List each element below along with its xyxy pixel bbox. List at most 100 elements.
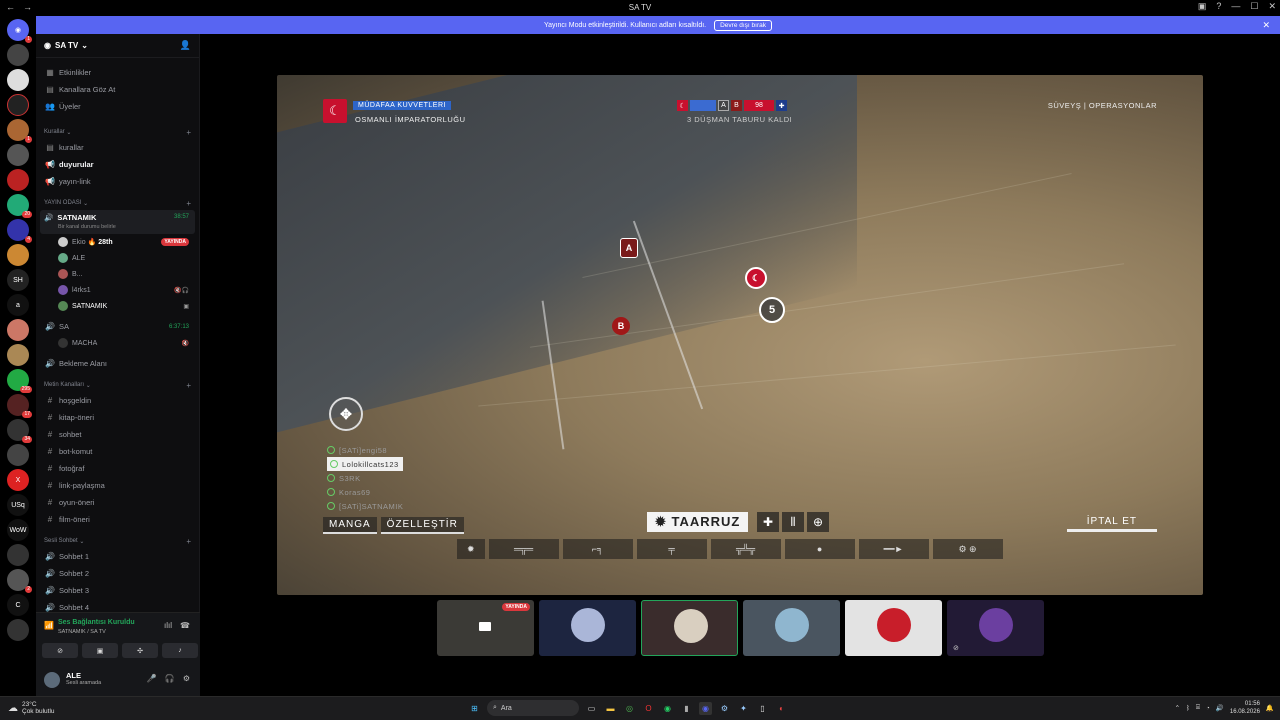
server-icon[interactable]: a [7, 294, 29, 316]
server-icon[interactable]: 34 [7, 419, 32, 443]
bayonet-icon[interactable]: ━━► [858, 539, 929, 559]
whatsapp-icon[interactable]: ◉ [661, 702, 674, 715]
compass-icon[interactable]: ✥ [329, 397, 363, 431]
voice-user[interactable]: Ekio 🔥 28th YAYINDA [36, 234, 199, 250]
text-channel[interactable]: # fotoğraf [36, 460, 199, 477]
server-icon[interactable]: 20 [7, 194, 32, 218]
server-icon[interactable]: 2 [7, 569, 32, 593]
server-icon[interactable]: X [7, 469, 29, 491]
server-icon[interactable] [7, 144, 29, 166]
class-icon[interactable]: ✹ [457, 539, 485, 559]
steam-icon[interactable]: ⚙ [718, 702, 731, 715]
server-icon[interactable]: USq [7, 494, 29, 516]
squad-member[interactable]: Lolokillcats123 [327, 457, 404, 471]
help-icon[interactable]: ? [1216, 1, 1221, 12]
server-icon[interactable]: SH [7, 269, 29, 291]
weather-widget[interactable]: ☁ 23°C Çok bulutlu [8, 701, 55, 715]
avatar[interactable] [44, 672, 60, 688]
close-button[interactable]: ✕ [1268, 1, 1276, 12]
disconnect-icon[interactable]: ☎ [180, 621, 190, 630]
voice-status[interactable]: Ses Bağlantısı Kuruldu [58, 619, 135, 626]
participant-tile[interactable] [641, 600, 738, 656]
direct-messages-icon[interactable]: ◉ 1 [7, 19, 32, 43]
server-icon[interactable]: 295 [7, 369, 32, 393]
chrome-icon[interactable]: ◎ [623, 702, 636, 715]
participant-tile[interactable]: YAYINDA [437, 600, 534, 656]
add-channel-icon[interactable]: + [186, 537, 191, 546]
camera-off-button[interactable]: ⊘ [42, 643, 78, 658]
voice-user[interactable]: ALE [36, 250, 199, 266]
add-channel-icon[interactable]: + [186, 381, 191, 390]
text-channel[interactable]: # hoşgeldin [36, 392, 199, 409]
server-icon[interactable] [7, 544, 29, 566]
tab-customize[interactable]: ÖZELLEŞTİR [380, 517, 464, 534]
server-icon[interactable] [7, 169, 29, 191]
channel-status[interactable]: Bir kanal durumu belirle [44, 224, 195, 230]
voice-user[interactable]: MACHA 🔇 [36, 335, 199, 351]
server-icon[interactable] [7, 94, 29, 116]
server-icon[interactable] [7, 319, 29, 341]
terminal-icon[interactable]: ▮ [680, 702, 693, 715]
voice-channel-sa[interactable]: 🔊 SA 6:37:13 [36, 318, 199, 335]
user-name[interactable]: ALE [66, 671, 81, 680]
app-icon[interactable]: ◐ [775, 702, 788, 715]
squad-member[interactable]: Koras69 [327, 485, 403, 499]
squad-member[interactable]: [SATi]SATNAMIK [327, 499, 403, 513]
bluetooth-icon[interactable]: ᛒ [1186, 705, 1190, 712]
inbox-icon[interactable]: ▣ [1198, 1, 1207, 12]
voice-user[interactable]: B... [36, 266, 199, 282]
events-link[interactable]: ▦ Etkinlikler [36, 64, 199, 81]
category-sesli-sohbet[interactable]: Sesli Sohbet ⌄ + [36, 534, 199, 548]
server-icon[interactable]: 1 [7, 119, 32, 143]
category-kurallar[interactable]: Kurallar ⌄ + [36, 125, 199, 139]
grenade-icon[interactable]: ● [784, 539, 855, 559]
participant-tile[interactable]: ⊘ [947, 600, 1044, 656]
text-channel[interactable]: # bot-komut [36, 443, 199, 460]
close-icon[interactable]: ✕ [1262, 20, 1270, 31]
network-icon[interactable]: ⌸ [1196, 704, 1200, 712]
activities-button[interactable]: ✣ [122, 643, 158, 658]
server-icon[interactable] [7, 244, 29, 266]
tray-chevron-icon[interactable]: ⌃ [1175, 704, 1180, 712]
add-channel-icon[interactable]: + [186, 128, 191, 137]
file-explorer-icon[interactable]: ▬ [604, 702, 617, 715]
voice-user[interactable]: l4rks1 🔇🎧 [36, 282, 199, 298]
search-box[interactable]: ⌕ Ara [487, 700, 579, 716]
mg-icon[interactable]: ╦╩╦ [710, 539, 781, 559]
app-icon[interactable]: ✦ [737, 702, 750, 715]
opera-icon[interactable]: O [642, 702, 655, 715]
soundboard-button[interactable]: ♪ [162, 643, 198, 658]
voice-channel-path[interactable]: SATNAMIK / SA TV [58, 629, 106, 635]
tab-attack[interactable]: ✹ TAARRUZ [647, 512, 749, 532]
text-channel[interactable]: # sohbet [36, 426, 199, 443]
voice-channel-waiting[interactable]: 🔊 Bekleme Alanı [36, 355, 199, 372]
gadget-icon[interactable]: ⚙ ⊕ [932, 539, 1003, 559]
participant-tile[interactable] [845, 600, 942, 656]
text-channel[interactable]: # kitap-öneri [36, 409, 199, 426]
rifle-icon[interactable]: ═╦═ [488, 539, 559, 559]
microphone-icon[interactable]: 🎤 [147, 674, 157, 683]
headphones-icon[interactable]: 🎧 [165, 674, 175, 683]
server-icon[interactable] [7, 44, 29, 66]
discord-icon[interactable]: ◉ [699, 701, 712, 715]
hammer-icon[interactable]: ╤ [636, 539, 707, 559]
invite-icon[interactable]: 👤 [180, 40, 191, 51]
stream-video[interactable]: ☾ MÜDAFAA KUVVETLERI OSMANLI İMPARATORLU… [277, 75, 1203, 595]
screen-share-button[interactable]: ▣ [82, 643, 118, 658]
text-channel[interactable]: # oyun-öneri [36, 494, 199, 511]
gear-icon[interactable]: ⚙ [183, 674, 190, 683]
notification-icon[interactable]: 🔔 [1266, 704, 1274, 712]
squad-member[interactable]: S3RK [327, 471, 403, 485]
voice-user[interactable]: SATNAMIK ▣ [36, 298, 199, 314]
channel-duyurular[interactable]: 📢 duyurular [36, 156, 199, 173]
participant-tile[interactable] [743, 600, 840, 656]
maximize-button[interactable]: ☐ [1250, 1, 1258, 12]
channel-kurallar[interactable]: ▤ kurallar [36, 139, 199, 156]
minimize-button[interactable]: — [1231, 1, 1240, 12]
wifi-icon[interactable]: ◔ [1206, 705, 1210, 712]
recon-icon[interactable]: ⊕ [807, 512, 829, 532]
noise-suppression-icon[interactable]: ılıl [164, 621, 172, 630]
pistol-icon[interactable]: ⌐╕ [562, 539, 633, 559]
start-icon[interactable]: ⊞ [468, 702, 481, 715]
server-icon[interactable] [7, 444, 29, 466]
